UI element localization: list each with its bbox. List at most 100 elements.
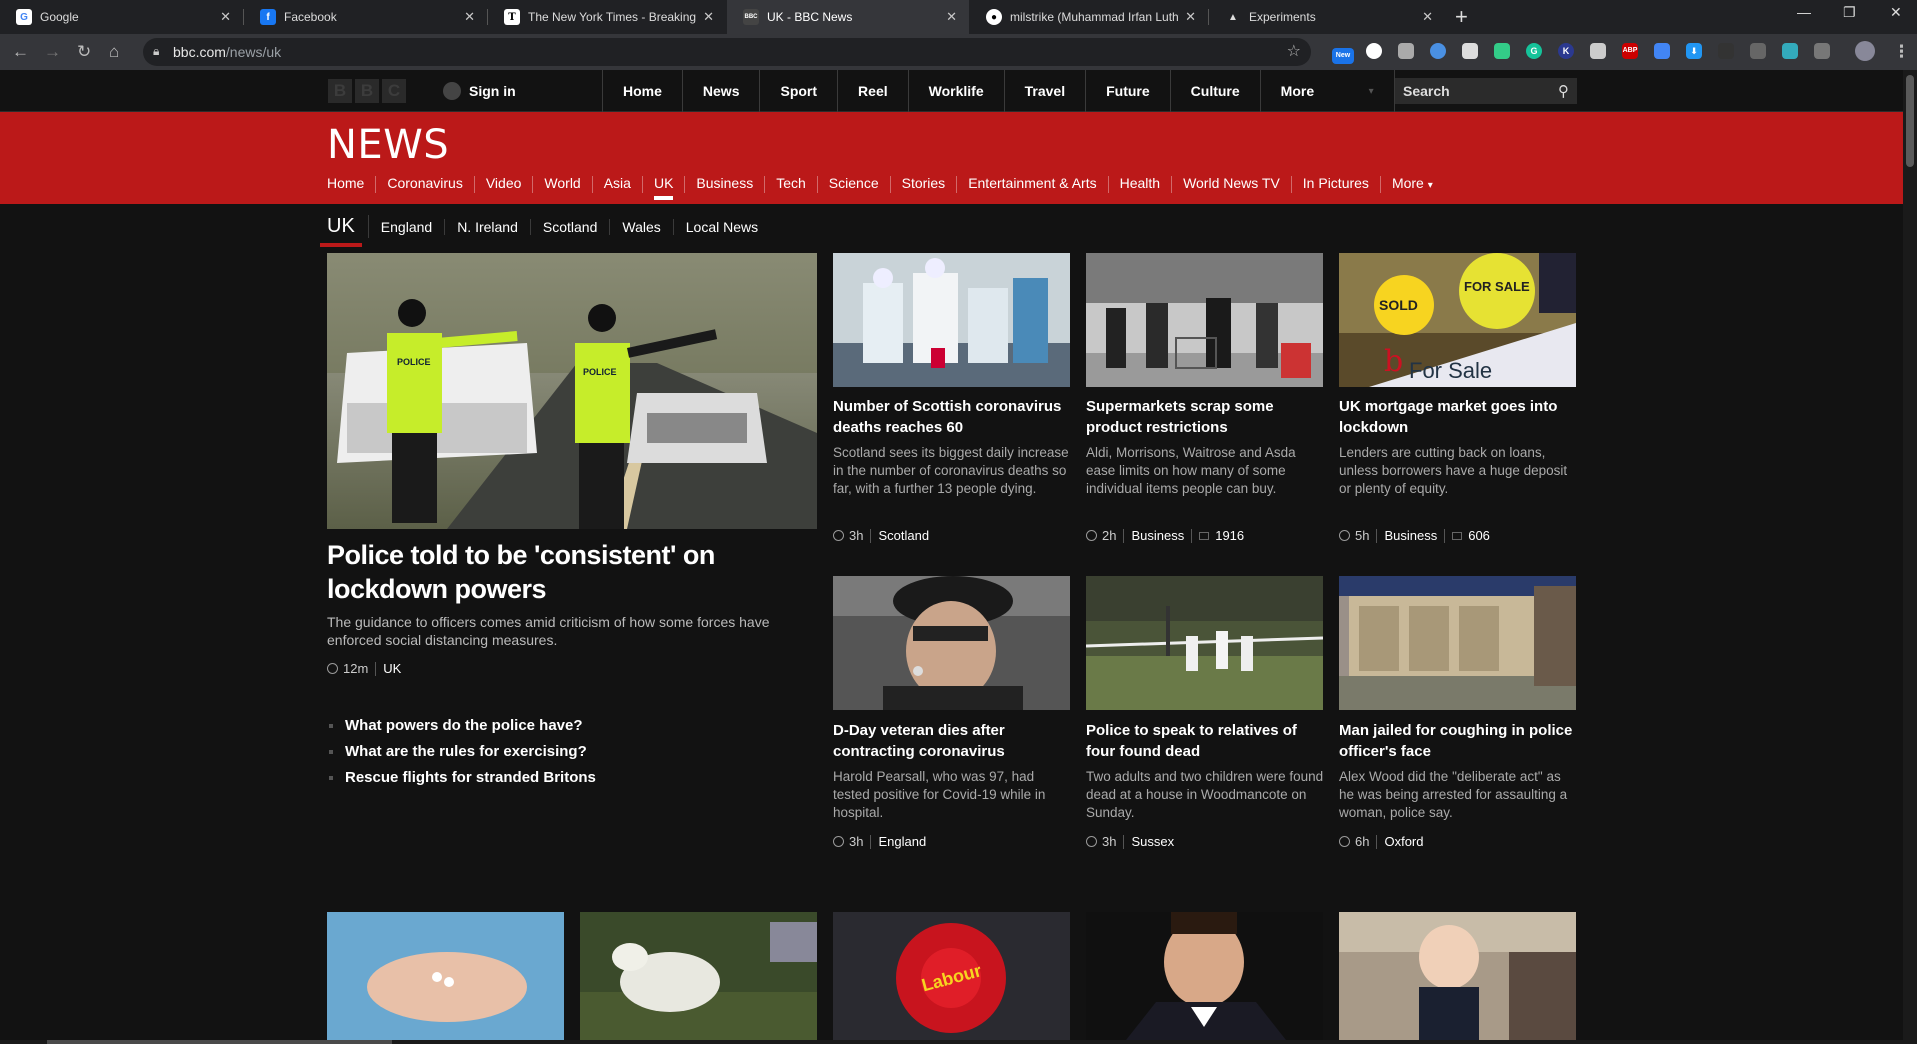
story-title[interactable]: Number of Scottish coronavirus deaths re… [833,396,1071,438]
news-nav-stories[interactable]: Stories [902,176,958,193]
story-title[interactable]: Police to speak to relatives of four fou… [1086,720,1324,762]
topnav-travel[interactable]: Travel [1003,70,1085,112]
minimize-icon[interactable]: — [1797,4,1811,20]
story-image[interactable] [327,912,564,1040]
tab-nytimes[interactable]: T The New York Times - Breaking N ✕ [488,0,726,34]
scrollbar-thumb[interactable] [1906,75,1914,167]
url-text[interactable]: bbc.com/news/uk [173,44,281,60]
close-icon[interactable]: ✕ [1185,9,1196,25]
extension-icon[interactable] [1398,43,1414,59]
home-icon[interactable]: ⌂ [109,42,119,62]
tab-facebook[interactable]: f Facebook ✕ [244,0,487,34]
grammarly-icon[interactable]: G [1526,43,1542,59]
adblock-icon[interactable]: ABP [1622,43,1638,59]
story-image[interactable]: SOLD FOR SALE For Sale b [1339,253,1576,387]
news-nav-science[interactable]: Science [829,176,891,193]
comment-count[interactable]: 606 [1468,528,1490,543]
tab-google[interactable]: G Google ✕ [0,0,243,34]
story-tag[interactable]: Oxford [1384,834,1423,849]
news-nav-more[interactable]: More ▾ [1392,176,1444,193]
topnav-home[interactable]: Home [602,70,682,112]
close-window-icon[interactable]: ✕ [1890,4,1902,21]
bbc-logo[interactable]: B B C [328,79,406,103]
news-nav-world-news-tv[interactable]: World News TV [1183,176,1292,193]
close-icon[interactable]: ✕ [703,9,714,25]
tab-bbc-news[interactable]: BBC UK - BBC News ✕ [727,0,969,34]
story-tag[interactable]: England [878,834,926,849]
menu-kebab-icon[interactable]: ⋮ [1893,42,1910,62]
sub-nav-title[interactable]: UK [320,215,369,247]
extension-icon[interactable] [1462,43,1478,59]
close-icon[interactable]: ✕ [464,9,475,25]
news-nav-tech[interactable]: Tech [776,176,818,193]
extension-icon[interactable] [1494,43,1510,59]
sub-nav-scotland[interactable]: Scotland [543,218,611,235]
news-nav-asia[interactable]: Asia [604,176,643,193]
topnav-news[interactable]: News [681,70,760,112]
news-nav-health[interactable]: Health [1120,176,1173,193]
ext-new-badge[interactable]: New [1332,48,1354,64]
news-nav-video[interactable]: Video [486,176,534,193]
story-tag[interactable]: Scotland [878,528,929,543]
topnav-reel[interactable]: Reel [837,70,908,112]
lead-story-image[interactable]: POLICE POLICE [327,253,817,529]
news-logo[interactable]: NEWS [327,122,449,168]
extension-icon[interactable] [1782,43,1798,59]
news-nav-uk[interactable]: UK [653,176,686,200]
story-image[interactable] [833,253,1070,387]
related-link[interactable]: What powers do the police have? [327,713,596,739]
news-nav-in-pictures[interactable]: In Pictures [1303,176,1381,193]
story-tag[interactable]: Business [1131,528,1184,543]
extension-icon[interactable] [1718,43,1734,59]
search-icon[interactable]: ⚲ [1558,82,1569,100]
sign-in-button[interactable]: Sign in [443,70,516,112]
sub-nav-n-ireland[interactable]: N. Ireland [457,218,531,235]
news-nav-world[interactable]: World [544,176,593,193]
comment-count[interactable]: 1916 [1215,528,1244,543]
extension-icon[interactable] [1750,43,1766,59]
tab-experiments[interactable]: ▲ Experiments ✕ [1209,0,1445,34]
sub-nav-local-news[interactable]: Local News [686,219,770,235]
address-bar[interactable]: 🔒︎ bbc.com/news/uk ☆ [143,38,1311,66]
extension-icon[interactable] [1430,43,1446,59]
extension-icon[interactable] [1366,43,1382,59]
forward-icon[interactable]: → [44,42,61,62]
story-title[interactable]: D-Day veteran dies after contracting cor… [833,720,1071,762]
story-image[interactable] [580,912,817,1040]
story-title[interactable]: Supermarkets scrap some product restrict… [1086,396,1324,438]
related-link[interactable]: What are the rules for exercising? [327,739,596,765]
related-link[interactable]: Rescue flights for stranded Britons [327,765,596,791]
close-icon[interactable]: ✕ [946,9,957,25]
back-icon[interactable]: ← [12,42,29,62]
story-image[interactable] [1339,912,1576,1040]
extension-icon[interactable] [1814,43,1830,59]
profile-avatar[interactable] [1855,41,1875,61]
scrollbar-thumb[interactable] [47,1040,392,1044]
horizontal-scrollbar[interactable] [0,1040,1903,1044]
restore-icon[interactable]: ❐ [1843,4,1856,21]
close-icon[interactable]: ✕ [220,9,231,25]
lead-story-title[interactable]: Police told to be 'consistent' on lockdo… [327,538,777,606]
topnav-culture[interactable]: Culture [1169,70,1260,112]
extension-icon[interactable] [1654,43,1670,59]
story-tag[interactable]: UK [383,661,401,676]
story-image[interactable] [833,576,1070,710]
story-image[interactable]: Labour [833,912,1070,1040]
extension-icon[interactable] [1590,43,1606,59]
new-tab-icon[interactable]: + [1455,4,1468,30]
story-image[interactable] [1339,576,1576,710]
news-nav-coronavirus[interactable]: Coronavirus [387,176,475,193]
story-image[interactable] [1086,912,1323,1040]
download-icon[interactable]: ⬇ [1686,43,1702,59]
close-icon[interactable]: ✕ [1422,9,1433,25]
vertical-scrollbar[interactable] [1903,70,1917,1044]
search-input[interactable]: Search ⚲ [1395,78,1577,104]
reload-icon[interactable]: ↻ [77,42,91,62]
sub-nav-wales[interactable]: Wales [622,218,674,235]
topnav-future[interactable]: Future [1085,70,1170,112]
story-tag[interactable]: Sussex [1131,834,1174,849]
story-tag[interactable]: Business [1384,528,1437,543]
topnav-worklife[interactable]: Worklife [907,70,1004,112]
news-nav-entertainment[interactable]: Entertainment & Arts [968,176,1109,193]
story-image[interactable] [1086,576,1323,710]
